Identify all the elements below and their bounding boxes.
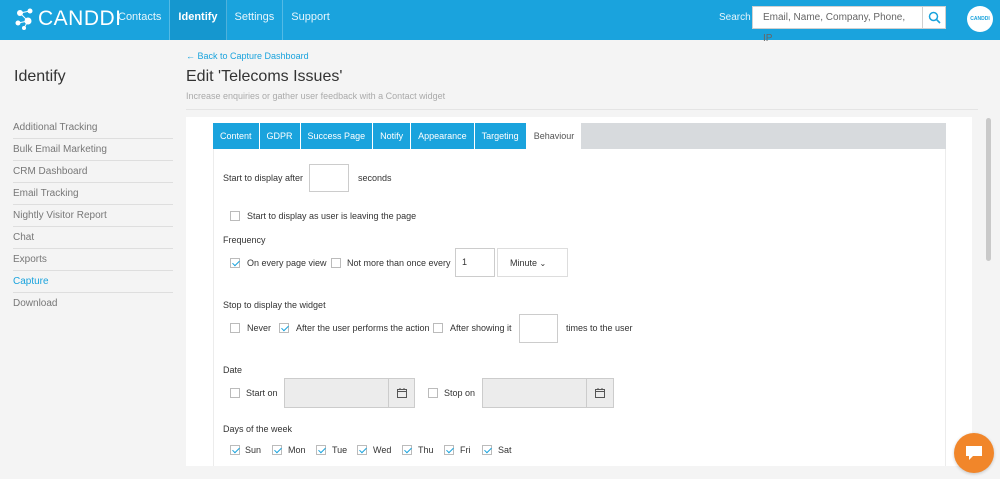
interval-unit-value: Minute bbox=[510, 258, 538, 268]
logo-text: CANDDI bbox=[38, 7, 122, 30]
chat-bubble-icon bbox=[966, 446, 982, 460]
nav-settings[interactable]: Settings bbox=[227, 0, 284, 40]
sidebar-title: Identify bbox=[14, 68, 66, 85]
tab-notify[interactable]: Notify bbox=[373, 123, 412, 149]
chevron-down-icon: ⌄ bbox=[539, 259, 547, 268]
nav-identify[interactable]: Identify bbox=[170, 0, 227, 40]
leaving-page-checkbox[interactable] bbox=[230, 211, 240, 221]
tab-behaviour[interactable]: Behaviour bbox=[526, 123, 583, 149]
day-wed-label: Wed bbox=[373, 445, 392, 455]
tab-bar: Content GDPR Success Page Notify Appeara… bbox=[213, 123, 946, 149]
interval-input[interactable]: 1 bbox=[455, 248, 495, 277]
calendar-icon bbox=[595, 388, 605, 398]
search-input[interactable]: Email, Name, Company, Phone, IP bbox=[752, 6, 923, 44]
search-label: Search bbox=[719, 12, 751, 23]
start-after-label: Start to display after bbox=[223, 173, 304, 183]
start-on-date-input[interactable] bbox=[284, 378, 389, 408]
day-sat-checkbox[interactable] bbox=[482, 445, 492, 455]
page-title: Edit 'Telecoms Issues' bbox=[186, 68, 343, 85]
chat-launcher-button[interactable] bbox=[954, 433, 994, 473]
tab-targeting[interactable]: Targeting bbox=[474, 123, 527, 149]
never-label: Never bbox=[247, 323, 272, 333]
avatar-text: CANDDI bbox=[970, 16, 990, 22]
canddi-logo[interactable]: CANDDI bbox=[14, 6, 122, 32]
day-sat-label: Sat bbox=[498, 445, 512, 455]
interval-unit-select[interactable]: Minute ⌄ bbox=[497, 248, 568, 277]
sidebar-item-nightly-visitor-report[interactable]: Nightly Visitor Report bbox=[13, 205, 173, 227]
start-on-calendar-button[interactable] bbox=[388, 378, 415, 408]
sidebar-item-capture[interactable]: Capture bbox=[13, 271, 173, 293]
stop-on-calendar-button[interactable] bbox=[586, 378, 614, 408]
scrollbar-thumb[interactable] bbox=[986, 118, 991, 261]
tab-content[interactable]: Content bbox=[213, 123, 260, 149]
after-action-checkbox[interactable] bbox=[279, 323, 289, 333]
day-sun-label: Sun bbox=[245, 445, 262, 455]
stop-on-label: Stop on bbox=[444, 388, 476, 398]
user-avatar[interactable]: CANDDI bbox=[967, 6, 993, 32]
start-on-label: Start on bbox=[246, 388, 278, 398]
sidebar-item-bulk-email-marketing[interactable]: Bulk Email Marketing bbox=[13, 139, 173, 161]
frequency-heading: Frequency bbox=[223, 235, 266, 245]
search-button[interactable] bbox=[923, 6, 946, 29]
day-tue-checkbox[interactable] bbox=[316, 445, 326, 455]
day-fri-label: Fri bbox=[460, 445, 471, 455]
seconds-label: seconds bbox=[358, 173, 392, 183]
tab-appearance[interactable]: Appearance bbox=[411, 123, 475, 149]
date-heading: Date bbox=[223, 365, 243, 375]
not-more-than-label: Not more than once every bbox=[347, 258, 451, 268]
sidebar-item-download[interactable]: Download bbox=[13, 293, 173, 315]
times-label: times to the user bbox=[566, 323, 633, 333]
times-input[interactable] bbox=[519, 314, 558, 343]
every-page-view-label: On every page view bbox=[247, 258, 327, 268]
day-mon-label: Mon bbox=[288, 445, 306, 455]
calendar-icon bbox=[396, 388, 407, 398]
days-heading: Days of the week bbox=[223, 424, 293, 434]
stop-heading: Stop to display the widget bbox=[223, 300, 326, 310]
tab-success-page[interactable]: Success Page bbox=[300, 123, 374, 149]
back-link-label: Back to Capture Dashboard bbox=[197, 51, 309, 61]
not-more-than-checkbox[interactable] bbox=[331, 258, 341, 268]
sidebar-item-chat[interactable]: Chat bbox=[13, 227, 173, 249]
start-on-checkbox[interactable] bbox=[230, 388, 240, 398]
nav-contacts[interactable]: Contacts bbox=[110, 0, 171, 40]
sidebar-item-crm-dashboard[interactable]: CRM Dashboard bbox=[13, 161, 173, 183]
day-thu-checkbox[interactable] bbox=[402, 445, 412, 455]
day-wed-checkbox[interactable] bbox=[357, 445, 367, 455]
day-tue-label: Tue bbox=[332, 445, 348, 455]
sidebar-item-additional-tracking[interactable]: Additional Tracking bbox=[13, 117, 173, 139]
stop-on-date-input[interactable] bbox=[482, 378, 587, 408]
every-page-view-checkbox[interactable] bbox=[230, 258, 240, 268]
main-nav: Contacts Identify Settings Support bbox=[110, 0, 338, 40]
start-after-seconds-input[interactable] bbox=[309, 164, 349, 192]
nav-support[interactable]: Support bbox=[283, 0, 338, 40]
day-sun-checkbox[interactable] bbox=[230, 445, 240, 455]
leaving-page-label: Start to display as user is leaving the … bbox=[247, 211, 417, 221]
stop-on-checkbox[interactable] bbox=[428, 388, 438, 398]
day-fri-checkbox[interactable] bbox=[444, 445, 454, 455]
page-subtitle: Increase enquiries or gather user feedba… bbox=[186, 91, 446, 101]
arrow-left-icon: ← bbox=[186, 51, 195, 61]
top-navbar: CANDDI Contacts Identify Settings Suppor… bbox=[0, 0, 1000, 44]
after-showing-checkbox[interactable] bbox=[433, 323, 443, 333]
sidebar-menu: Additional Tracking Bulk Email Marketing… bbox=[13, 117, 173, 315]
molecule-logo-icon bbox=[15, 8, 33, 30]
day-thu-label: Thu bbox=[418, 445, 434, 455]
after-showing-label: After showing it bbox=[450, 323, 512, 333]
never-checkbox[interactable] bbox=[230, 323, 240, 333]
tab-gdpr[interactable]: GDPR bbox=[259, 123, 301, 149]
day-mon-checkbox[interactable] bbox=[272, 445, 282, 455]
search-icon bbox=[928, 11, 941, 24]
sidebar-item-exports[interactable]: Exports bbox=[13, 249, 173, 271]
header-divider bbox=[186, 109, 978, 110]
after-action-label: After the user performs the action bbox=[296, 323, 430, 333]
sidebar-item-email-tracking[interactable]: Email Tracking bbox=[13, 183, 173, 205]
back-to-dashboard-link[interactable]: ← Back to Capture Dashboard bbox=[186, 51, 309, 61]
